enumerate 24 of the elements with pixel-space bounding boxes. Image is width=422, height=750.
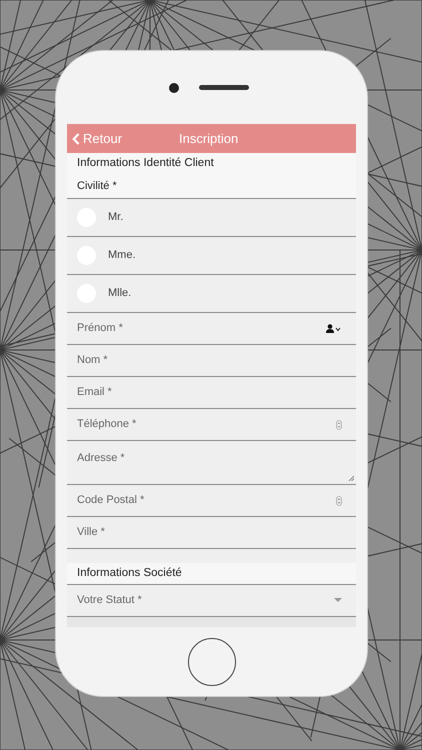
radio-label: Mme. (108, 248, 136, 264)
field-placeholder: Nom * (77, 353, 108, 368)
field-placeholder: Email * (77, 385, 112, 400)
contact-icon[interactable] (326, 324, 342, 333)
home-button[interactable] (188, 638, 236, 686)
field-placeholder: Adresse * (77, 452, 125, 464)
resize-handle-icon[interactable] (348, 475, 354, 481)
page-title: Inscription (179, 130, 238, 148)
stepper-icon[interactable] (336, 496, 342, 506)
caret-icon[interactable] (334, 598, 342, 603)
radio-label: Mr. (108, 210, 124, 226)
speaker-icon (198, 85, 248, 90)
chevron-left-icon (72, 132, 80, 144)
section-title: Informations Société (77, 566, 182, 581)
field-placeholder: Votre Statut * (77, 593, 142, 608)
field-placeholder: Code Postal * (77, 493, 144, 508)
field-label: Civilité * (77, 179, 117, 194)
field-placeholder: Prénom * (77, 321, 123, 336)
field-placeholder: Ville * (77, 525, 105, 540)
section-title: Informations Identité Client (77, 156, 214, 172)
field-placeholder: Téléphone * (77, 417, 136, 432)
radio-label: Mlle. (108, 286, 132, 302)
stepper-icon[interactable] (336, 420, 342, 430)
camera-icon (168, 82, 178, 92)
